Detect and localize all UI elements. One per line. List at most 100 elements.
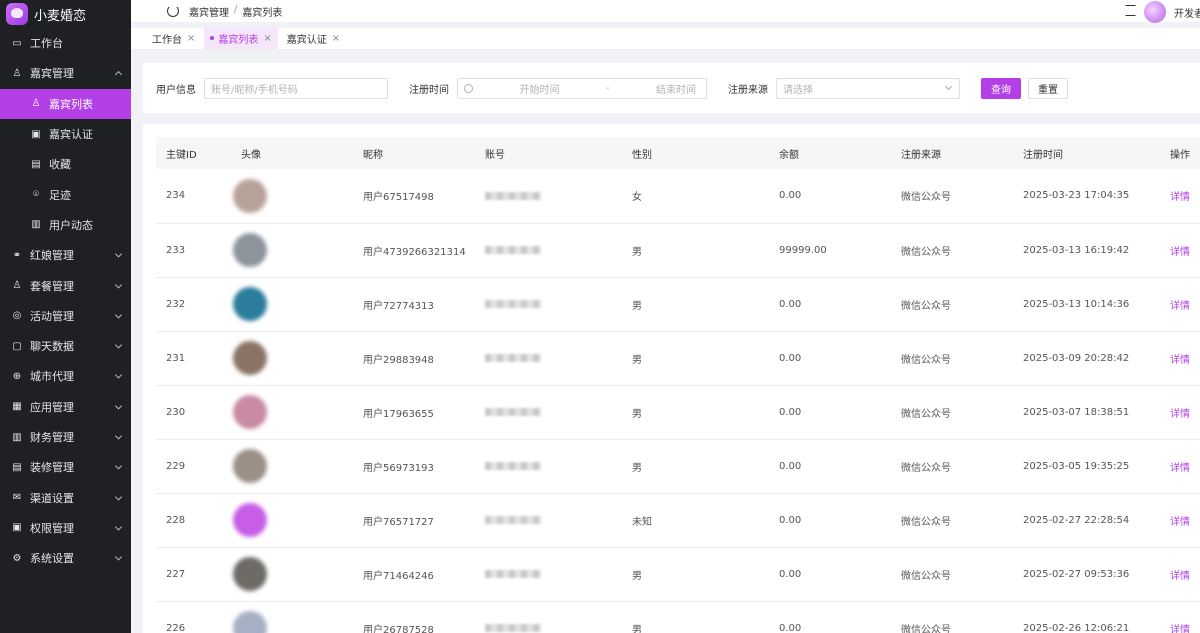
tab-workbench[interactable]: 工作台 × <box>146 27 201 49</box>
account-blurred <box>485 246 541 254</box>
user-info-placeholder: 账号/昵称/手机号码 <box>211 84 298 96</box>
cell-time: 2025-03-23 17:04:35 <box>1013 169 1160 224</box>
detail-link[interactable]: 详情 <box>1170 571 1190 582</box>
cell-source: 微信公众号 <box>891 493 1013 548</box>
sidebar-subitem[interactable]: ♙ 嘉宾列表 <box>0 88 131 119</box>
avatar <box>233 341 267 375</box>
tab-guest-list[interactable]: 嘉宾列表 × <box>204 27 278 49</box>
sidebar-item-label: 应用管理 <box>30 400 74 414</box>
sidebar-item[interactable]: ♙ 嘉宾管理 <box>0 58 131 88</box>
close-icon[interactable]: × <box>332 33 340 44</box>
sidebar-item[interactable]: ♙ 套餐管理 <box>0 270 131 300</box>
sidebar-item[interactable]: ⚙ 系统设置 <box>0 543 131 573</box>
tab-bar: 工作台 × 嘉宾列表 × 嘉宾认证 × <box>131 27 1200 50</box>
detail-link[interactable]: 详情 <box>1170 625 1190 633</box>
detail-link[interactable]: 详情 <box>1170 409 1190 420</box>
detail-link[interactable]: 详情 <box>1170 192 1190 203</box>
location-icon: ⌾ <box>33 189 39 201</box>
sidebar-item-label: 红娘管理 <box>30 249 74 263</box>
user-name[interactable]: 开发者 <box>1174 5 1200 20</box>
sidebar-subitem[interactable]: ▣ 嘉宾认证 <box>0 119 131 149</box>
source-label: 注册来源 <box>728 84 768 96</box>
avatar <box>233 287 267 321</box>
sidebar: 小麦婚恋 ▭ 工作台 ♙ 嘉宾管理 ♙ 嘉宾列表 ▣ 嘉宾认证 ▤ 收藏 ⌾ 足迹 ▥ 用户动态 ⚭ 红娘管理… <box>0 0 131 633</box>
sidebar-submenu: ♙ 嘉宾列表 ▣ 嘉宾认证 ▤ 收藏 ⌾ 足迹 ▥ 用户动态 <box>0 88 131 240</box>
cell-source: 微信公众号 <box>891 439 1013 494</box>
sidebar-item[interactable]: ▣ 权限管理 <box>0 513 131 543</box>
table-row: 230 用户17963655 男 0.00 微信公众号 2025-03-07 18:38:… <box>156 385 1200 440</box>
gift-icon: ▤ <box>31 158 41 170</box>
table-body: 234 用户67517498 女 0.00 微信公众号 2025-03-23 17:04:… <box>156 169 1200 633</box>
cell-action: 详情 <box>1160 169 1200 224</box>
table-row: 228 用户76571727 未知 0.00 微信公众号 2025-02-27 22:28… <box>156 493 1200 548</box>
close-icon[interactable]: × <box>187 33 195 44</box>
badge-icon: ▣ <box>31 128 41 140</box>
top-header: 嘉宾管理 / 嘉宾列表 开发者 <box>131 0 1200 23</box>
sidebar-item[interactable]: ◎ 活动管理 <box>0 301 131 331</box>
sidebar-subitem[interactable]: ▥ 用户动态 <box>0 210 131 240</box>
chart-icon: ▥ <box>31 219 41 231</box>
user-info-input[interactable]: 账号/昵称/手机号码 <box>204 77 388 99</box>
app-title: 小麦婚恋 <box>34 8 87 24</box>
cell-avatar <box>231 601 353 633</box>
cell-gender: 男 <box>622 223 769 278</box>
range-separator: - <box>605 82 610 94</box>
cell-balance: 0.00 <box>769 493 891 548</box>
cell-action: 详情 <box>1160 493 1200 548</box>
cell-action: 详情 <box>1160 439 1200 494</box>
sidebar-item[interactable]: ⚭ 红娘管理 <box>0 240 131 270</box>
cell-gender: 男 <box>622 277 769 332</box>
detail-link[interactable]: 详情 <box>1170 355 1190 366</box>
reg-time-range-picker[interactable]: 开始时间 - 结束时间 <box>457 77 707 99</box>
sidebar-subitem[interactable]: ⌾ 足迹 <box>0 179 131 209</box>
sidebar-item[interactable]: ▢ 聊天数据 <box>0 331 131 361</box>
user-info-label: 用户信息 <box>156 84 196 96</box>
monitor-icon: ▭ <box>12 37 22 49</box>
detail-link[interactable]: 详情 <box>1170 301 1190 312</box>
cell-nickname: 用户72774313 <box>353 277 475 332</box>
fullscreen-icon[interactable] <box>1125 5 1136 16</box>
table-row: 227 用户71464246 男 0.00 微信公众号 2025-02-27 09:53:… <box>156 547 1200 602</box>
avatar <box>233 178 267 213</box>
breadcrumb: 嘉宾管理 / 嘉宾列表 <box>189 4 282 19</box>
chevron-down-icon <box>114 402 123 410</box>
avatar[interactable] <box>1144 1 1166 23</box>
cell-gender: 男 <box>622 547 769 602</box>
detail-link[interactable]: 详情 <box>1170 517 1190 528</box>
cell-action: 详情 <box>1160 223 1200 278</box>
column-header: 操作 <box>1160 137 1200 169</box>
sidebar-item[interactable]: ⊕ 城市代理 <box>0 361 131 391</box>
sidebar-subitem[interactable]: ▤ 收藏 <box>0 149 131 179</box>
tab-guest-verify[interactable]: 嘉宾认证 × <box>281 27 346 49</box>
table-header-row: 主键ID 头像 昵称 账号 性别 余额 注册来源 注册时间 操作 <box>156 137 1200 169</box>
cell-id: 227 <box>156 547 231 602</box>
column-header: 主键ID <box>156 137 231 169</box>
sidebar-item[interactable]: ▭ 工作台 <box>0 28 131 58</box>
cell-gender: 男 <box>622 385 769 440</box>
start-time-placeholder[interactable]: 开始时间 <box>519 81 559 96</box>
cell-source: 微信公众号 <box>891 547 1013 602</box>
source-select[interactable]: 请选择 <box>776 77 960 99</box>
breadcrumb-item[interactable]: 嘉宾管理 <box>189 4 229 19</box>
sidebar-item[interactable]: ▦ 应用管理 <box>0 392 131 422</box>
tab-label: 工作台 <box>152 34 182 46</box>
close-icon[interactable]: × <box>263 33 271 44</box>
avatar <box>233 611 267 633</box>
user-icon: ♙ <box>12 67 22 79</box>
sidebar-item[interactable]: ▥ 财务管理 <box>0 422 131 452</box>
cell-account <box>475 331 622 386</box>
reset-button[interactable]: 重置 <box>1028 77 1068 99</box>
sidebar-item-label: 装修管理 <box>30 461 74 475</box>
cell-nickname: 用户67517498 <box>353 169 475 224</box>
end-time-placeholder[interactable]: 结束时间 <box>656 81 696 96</box>
detail-link[interactable]: 详情 <box>1170 247 1190 258</box>
sidebar-item[interactable]: ✉ 渠道设置 <box>0 482 131 512</box>
table-row: 234 用户67517498 女 0.00 微信公众号 2025-03-23 17:04:… <box>156 169 1200 224</box>
sidebar-item[interactable]: ▤ 装修管理 <box>0 452 131 482</box>
column-header: 余额 <box>769 137 891 169</box>
cell-balance: 0.00 <box>769 547 891 602</box>
cell-avatar <box>231 439 353 494</box>
refresh-icon[interactable] <box>167 5 179 17</box>
query-button[interactable]: 查询 <box>981 77 1021 99</box>
detail-link[interactable]: 详情 <box>1170 463 1190 474</box>
